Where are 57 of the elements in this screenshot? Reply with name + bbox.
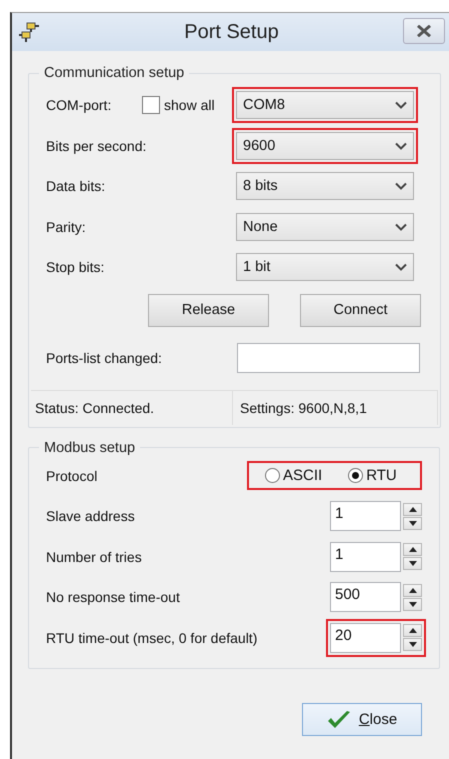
spin-up-button[interactable] bbox=[403, 543, 422, 556]
field-label: No response time-out bbox=[46, 589, 181, 606]
window-title: Port Setup bbox=[183, 20, 280, 44]
dropdown[interactable]: 9600 bbox=[236, 132, 414, 160]
checkbox[interactable] bbox=[142, 96, 160, 114]
chevron-down-icon bbox=[395, 182, 407, 190]
close-button[interactable] bbox=[403, 18, 445, 44]
dropdown[interactable]: COM8 bbox=[236, 91, 414, 120]
spin-up-button[interactable] bbox=[403, 584, 422, 597]
dropdown[interactable]: 8 bits bbox=[236, 172, 414, 200]
checkbox-label: show all bbox=[164, 97, 215, 114]
spin-up-button[interactable] bbox=[403, 624, 422, 638]
number-field[interactable]: 500 bbox=[330, 582, 401, 612]
dropdown[interactable]: 1 bit bbox=[236, 253, 414, 282]
chevron-down-icon bbox=[395, 142, 407, 150]
up-arrow-icon bbox=[408, 506, 416, 512]
action-button[interactable]: Connect bbox=[300, 294, 421, 326]
chevron-down-icon bbox=[395, 222, 407, 231]
action-button[interactable]: Release bbox=[148, 294, 269, 326]
field-label: Ports-list changed: bbox=[46, 350, 163, 366]
field-label: Parity: bbox=[46, 218, 87, 235]
number-field[interactable]: 20 bbox=[330, 622, 401, 653]
dropdown[interactable]: None bbox=[236, 212, 414, 241]
checkmark-icon bbox=[326, 710, 351, 730]
number-field[interactable]: 1 bbox=[330, 542, 401, 572]
down-arrow-icon bbox=[408, 561, 416, 566]
chevron-down-icon bbox=[395, 263, 407, 272]
spin-down-button[interactable] bbox=[403, 516, 422, 530]
spin-down-button[interactable] bbox=[403, 598, 422, 611]
field-label: RTU time-out (msec, 0 for default) bbox=[46, 630, 258, 646]
spin-down-button[interactable] bbox=[403, 638, 422, 652]
field-label: Protocol bbox=[46, 468, 98, 484]
field-label: COM-port: bbox=[46, 97, 112, 114]
up-arrow-icon bbox=[408, 588, 416, 593]
radio-option[interactable]: ASCII bbox=[265, 467, 322, 484]
group-title: Communication setup bbox=[43, 65, 186, 81]
connector-icon bbox=[18, 21, 40, 43]
spin-down-button[interactable] bbox=[403, 557, 422, 570]
field-label: Slave address bbox=[46, 508, 136, 524]
field-label: Data bits: bbox=[46, 178, 106, 194]
down-arrow-icon bbox=[408, 602, 416, 607]
field-label: Number of tries bbox=[46, 548, 143, 565]
up-arrow-icon bbox=[408, 628, 416, 634]
status-text: Status: Connected. bbox=[31, 390, 233, 424]
status-text: Settings: 9600,N,8,1 bbox=[233, 390, 438, 424]
close-button[interactable]: Close bbox=[302, 703, 422, 736]
chevron-down-icon bbox=[395, 101, 407, 110]
close-icon bbox=[416, 25, 432, 37]
radio-option[interactable]: RTU bbox=[348, 467, 397, 484]
spin-up-button[interactable] bbox=[403, 502, 422, 516]
field-label: Bits per second: bbox=[46, 138, 148, 154]
down-arrow-icon bbox=[408, 642, 416, 648]
group-title: Modbus setup bbox=[43, 440, 136, 456]
down-arrow-icon bbox=[408, 520, 416, 526]
field-label: Stop bits: bbox=[46, 259, 106, 276]
number-field[interactable]: 1 bbox=[330, 501, 401, 532]
up-arrow-icon bbox=[408, 547, 416, 552]
